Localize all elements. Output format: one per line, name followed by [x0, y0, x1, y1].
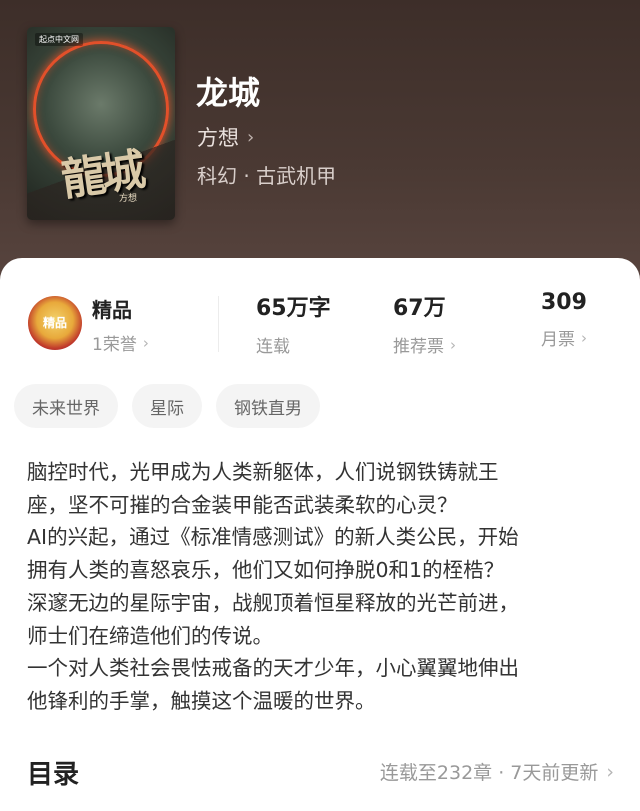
description-line: 他锋利的手掌，触摸这个温暖的世界。 [27, 688, 376, 713]
author-name: 方想 [197, 126, 239, 150]
honor-label: 1荣誉 [92, 335, 137, 355]
description-line: 深邃无边的星际宇宙，战舰顶着恒星释放的光芒前进， [27, 590, 519, 615]
stats-row: 精品 精品 1荣誉 › 65万字 连载 67万 推荐票 › 309 月票 › [0, 288, 640, 358]
description-line: AI的兴起，通过《标准情感测试》的新人类公民，开始 [27, 525, 519, 550]
tag-chip[interactable]: 星际 [132, 384, 202, 428]
recommend-stat[interactable]: 67万 推荐票 › [393, 290, 456, 357]
chevron-right-icon: › [450, 335, 456, 354]
tag-chip[interactable]: 钢铁直男 [216, 384, 320, 428]
description-line: 拥有人类的喜怒哀乐，他们又如何挣脱0和1的桎梏？ [27, 558, 505, 583]
description-line: 脑控时代，光甲成为人类新躯体，人们说钢铁铸就王 [27, 460, 499, 484]
tag-list: 未来世界 星际 钢铁直男 [14, 384, 320, 428]
description-line: 师士们在缔造他们的传说。 [27, 623, 273, 648]
stats-divider [218, 296, 219, 352]
toc-status-text: 连载至232章 · 7天前更新 [379, 762, 599, 784]
monthly-ticket-value: 309 [541, 290, 587, 315]
book-cover[interactable]: 起点中文网 龍城 方想 [27, 27, 175, 220]
monthly-ticket-label: 月票 [541, 330, 575, 350]
recommend-value: 67万 [393, 296, 446, 321]
book-description[interactable]: 脑控时代，光甲成为人类新躯体，人们说钢铁铸就王 座，坚不可摧的合金装甲能否武装柔… [27, 456, 617, 718]
badge-text: 精品 [42, 315, 67, 330]
recommend-label: 推荐票 [393, 337, 444, 357]
chevron-right-icon: › [606, 760, 614, 783]
book-genre: 科幻 · 古武机甲 [197, 164, 337, 188]
word-count-value: 65万字 [256, 296, 331, 321]
book-header: 起点中文网 龍城 方想 龙城 方想 › 科幻 · 古武机甲 [0, 0, 640, 300]
quality-badge-icon[interactable]: 精品 [28, 296, 82, 350]
toc-heading: 目录 [27, 760, 80, 790]
monthly-ticket-stat[interactable]: 309 月票 › [541, 290, 587, 350]
book-title: 龙城 [196, 74, 261, 112]
quality-label: 精品 [92, 298, 132, 322]
tag-chip[interactable]: 未来世界 [14, 384, 118, 428]
honor-link[interactable]: 1荣誉 › [92, 330, 149, 356]
chevron-right-icon: › [581, 328, 587, 347]
chevron-right-icon: › [247, 126, 255, 148]
cover-publisher-logo: 起点中文网 [35, 33, 83, 46]
cover-author-art: 方想 [119, 194, 138, 204]
description-line: 座，坚不可摧的合金装甲能否武装柔软的心灵？ [27, 492, 458, 517]
word-count-stat: 65万字 连载 [256, 290, 331, 357]
book-detail-card: 精品 精品 1荣誉 › 65万字 连载 67万 推荐票 › 309 月票 › 未… [0, 258, 640, 811]
chevron-right-icon: › [142, 333, 149, 352]
description-line: 一个对人类社会畏怯戒备的天才少年，小心翼翼地伸出 [27, 656, 519, 681]
word-count-label: 连载 [256, 337, 290, 357]
author-link[interactable]: 方想 › [197, 122, 254, 152]
toc-link[interactable]: 连载至232章 · 7天前更新 › [380, 758, 614, 785]
